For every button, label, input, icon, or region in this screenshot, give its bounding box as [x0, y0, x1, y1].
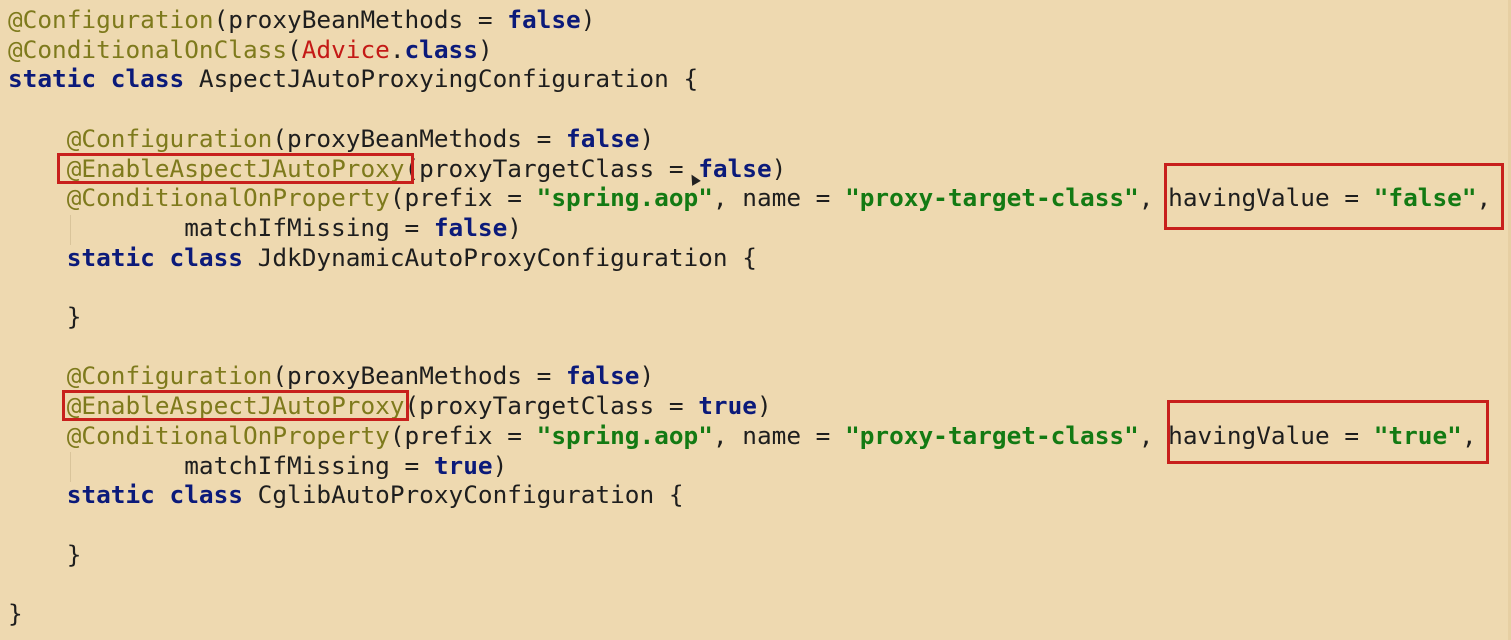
code-line[interactable]: @EnableAspectJAutoProxy(proxyTargetClass…	[8, 153, 787, 184]
code-token-ann: @Configuration	[8, 5, 214, 34]
code-line[interactable]: static class JdkDynamicAutoProxyConfigur…	[8, 243, 757, 273]
code-token-plain: (proxyBeanMethods =	[272, 361, 567, 391]
code-token-str: "spring.aop"	[536, 420, 713, 450]
code-token-plain: JdkDynamicAutoProxyConfiguration {	[242, 242, 757, 272]
code-token-plain: ,	[1461, 420, 1477, 450]
code-line[interactable]: @ConditionalOnClass(Advice.class)	[8, 35, 493, 65]
code-token-str: "false"	[1373, 183, 1477, 213]
code-token-plain: ,	[1476, 183, 1492, 213]
code-token-plain: (proxyBeanMethods =	[272, 123, 567, 153]
code-token-kw: false	[507, 5, 581, 34]
code-token-plain: }	[8, 302, 82, 331]
code-token-plain: , name =	[712, 420, 846, 450]
code-token-plain: AspectJAutoProxyingConfiguration {	[184, 64, 699, 94]
code-token-plain: matchIfMissing =	[8, 212, 434, 242]
code-token-kw: class	[404, 34, 478, 64]
code-line[interactable]: @ConditionalOnProperty(prefix = "spring.…	[8, 183, 1491, 213]
code-token-str: "true"	[1373, 420, 1462, 450]
code-token-plain: )	[477, 34, 493, 64]
code-token-plain: (	[287, 34, 302, 64]
code-line[interactable]: }	[8, 302, 82, 332]
code-token-kw: static class	[66, 480, 243, 510]
code-token-plain: )	[639, 361, 655, 391]
code-line[interactable]: }	[8, 599, 23, 629]
code-line[interactable]: static class AspectJAutoProxyingConfigur…	[8, 64, 698, 94]
code-token-ann: @Configuration	[66, 361, 273, 391]
code-line[interactable]: @Configuration(proxyBeanMethods = false)	[8, 361, 654, 391]
code-token-plain: CglibAutoProxyConfiguration {	[242, 480, 684, 510]
code-line[interactable]: matchIfMissing = false)	[8, 213, 522, 243]
code-token-plain: (prefix =	[389, 420, 537, 450]
code-line[interactable]: }	[8, 539, 82, 570]
indent-guide	[70, 215, 71, 245]
code-token-kw: false	[433, 212, 508, 242]
code-token-kw: static class	[8, 64, 185, 94]
code-line[interactable]: matchIfMissing = true)	[8, 451, 507, 481]
code-token-plain: , havingValue =	[1138, 420, 1374, 450]
code-token-plain: (prefix =	[389, 183, 537, 213]
code-token-plain: )	[639, 123, 655, 153]
indent-guide	[70, 452, 71, 482]
code-token-plain: )	[580, 5, 596, 34]
code-token-str: "proxy-target-class"	[845, 183, 1139, 213]
code-token-plain: )	[507, 212, 522, 242]
code-token-ann: @ConditionalOnProperty	[66, 420, 390, 450]
code-token-plain: (proxyBeanMethods =	[213, 5, 508, 34]
code-token-str: "spring.aop"	[536, 183, 713, 213]
code-token-kw: true	[698, 391, 757, 421]
code-token-plain: , name =	[712, 183, 846, 213]
code-token-plain: (proxyTargetClass =	[404, 391, 699, 421]
code-token-plain: }	[8, 599, 23, 628]
code-line[interactable]: @EnableAspectJAutoProxy(proxyTargetClass…	[8, 391, 772, 421]
code-token-plain: }	[8, 539, 82, 569]
code-token-plain: matchIfMissing =	[8, 450, 434, 480]
code-token-plain: )	[771, 153, 787, 183]
code-token-plain: .	[389, 34, 405, 64]
code-token-plain: , havingValue =	[1138, 183, 1374, 213]
code-token-kw: true	[433, 450, 493, 480]
code-token-plain: )	[492, 450, 508, 480]
code-token-kw: false	[698, 153, 772, 183]
code-token-ann: @EnableAspectJAutoProxy	[66, 391, 405, 421]
code-token-ann: @Configuration	[66, 123, 273, 153]
code-token-ann: @ConditionalOnProperty	[66, 183, 390, 213]
code-line[interactable]: @Configuration(proxyBeanMethods = false)	[8, 124, 654, 154]
code-token-plain: )	[756, 391, 772, 421]
code-line[interactable]: @Configuration(proxyBeanMethods = false)	[8, 5, 595, 35]
code-line[interactable]: static class CglibAutoProxyConfiguration…	[8, 480, 684, 510]
code-token-plain: (proxyTargetClass =	[404, 153, 699, 183]
code-token-kw: false	[566, 123, 640, 153]
code-token-cls: Advice	[301, 34, 390, 64]
code-line[interactable]: @ConditionalOnProperty(prefix = "spring.…	[8, 421, 1477, 451]
code-token-kw: static class	[66, 242, 243, 272]
code-token-str: "proxy-target-class"	[845, 420, 1139, 450]
code-token-ann: @EnableAspectJAutoProxy	[66, 153, 405, 183]
code-token-ann: @ConditionalOnClass	[8, 34, 288, 64]
code-editor[interactable]: } } static class CglibAutoProxyConfigura…	[0, 0, 1511, 640]
code-token-kw: false	[566, 361, 640, 391]
